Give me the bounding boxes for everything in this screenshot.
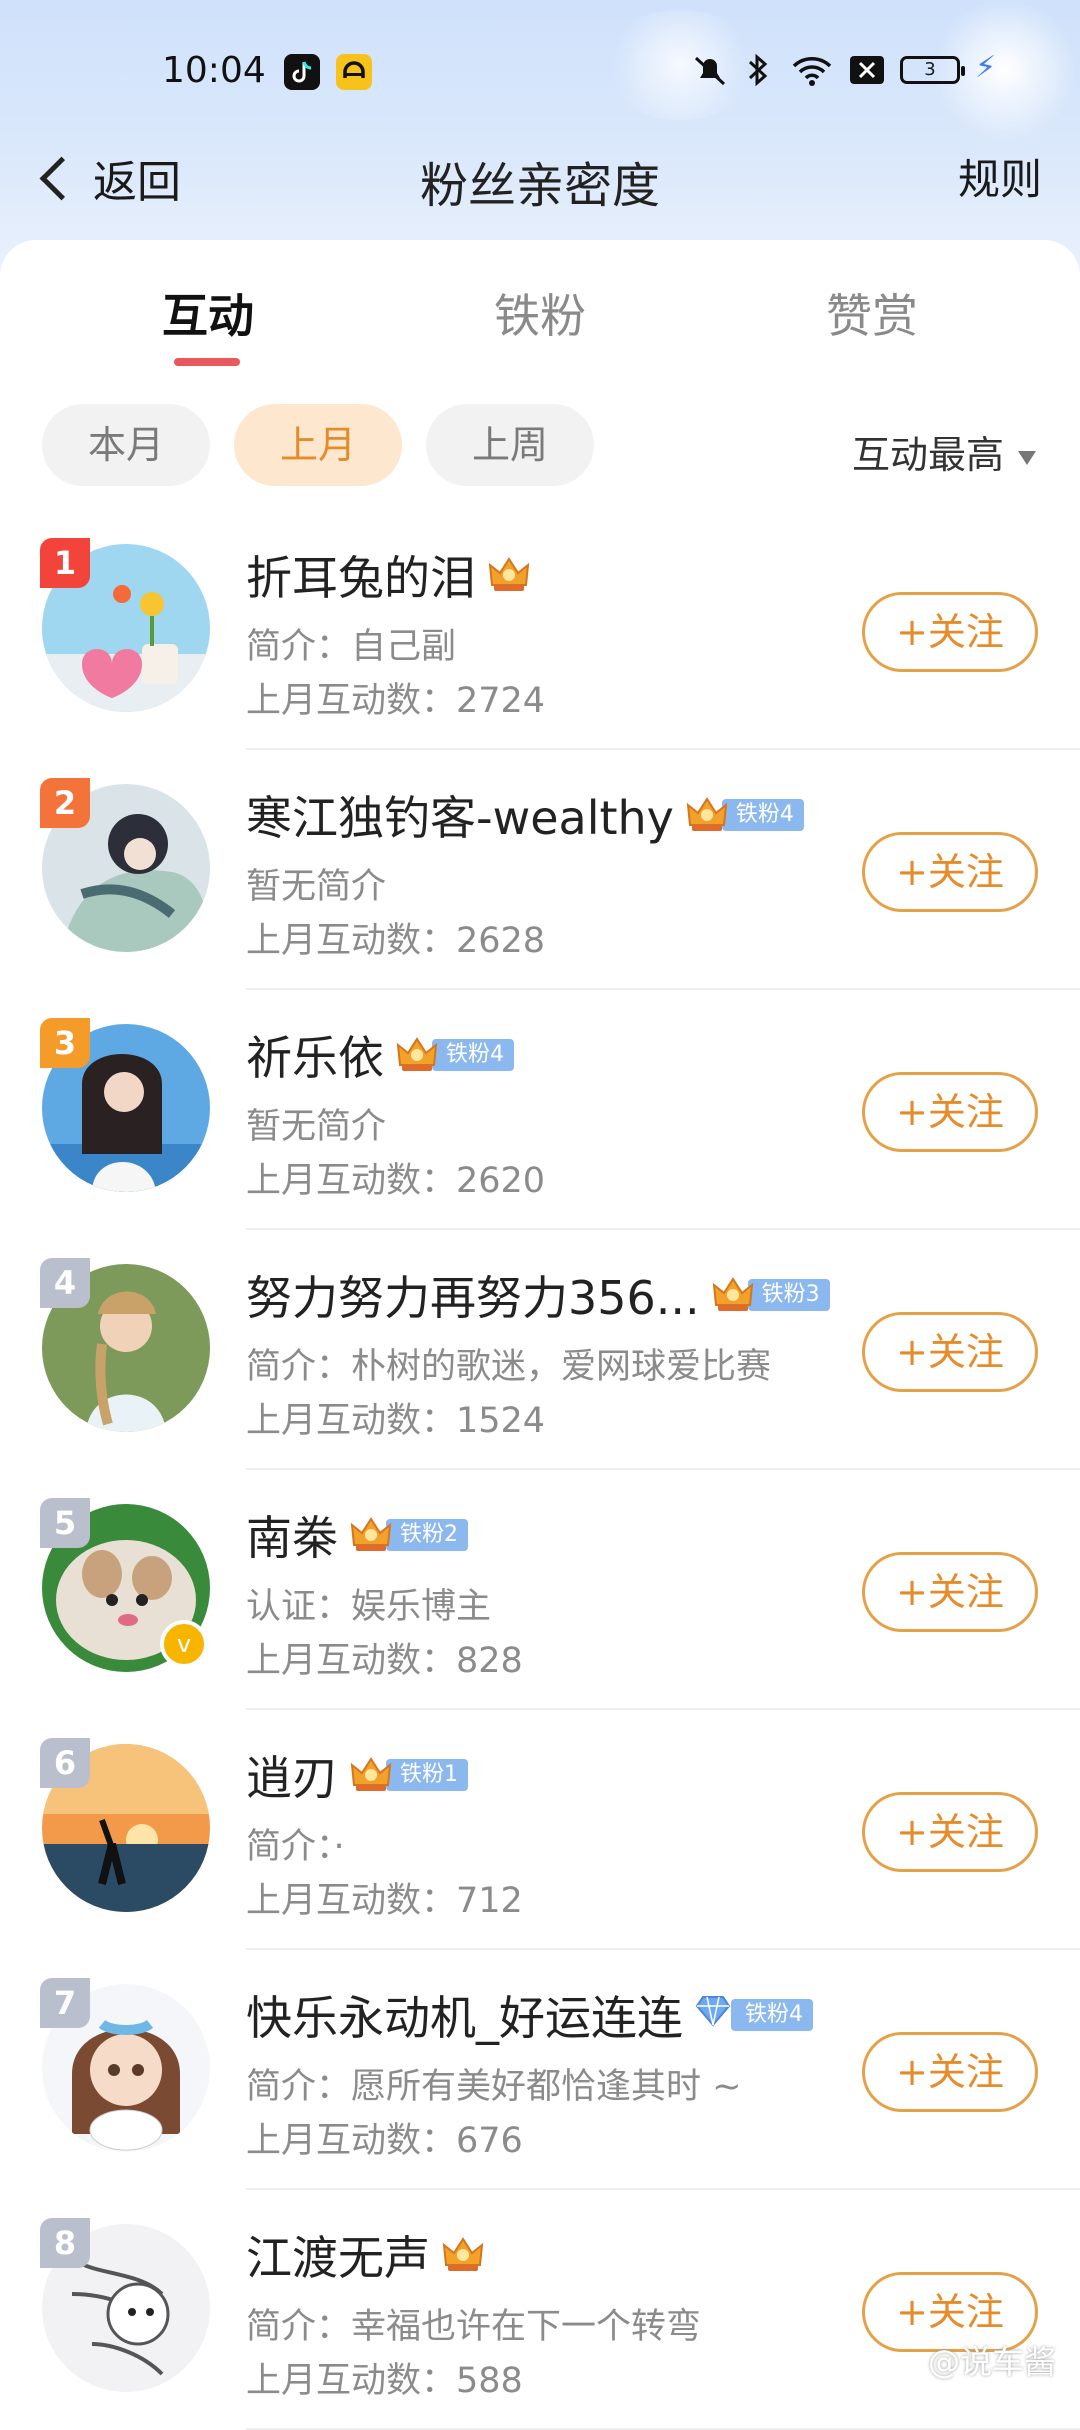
fan-name[interactable]: 祈乐依 xyxy=(246,1022,384,1088)
name-line: 折耳兔的泪 xyxy=(246,544,530,606)
active-tab-indicator xyxy=(174,358,240,366)
name-line: 江渡无声 xyxy=(246,2224,484,2286)
fan-row[interactable]: 3 祈乐依 铁粉4 暂无简介上月互动数：2620 +关注 xyxy=(0,990,1080,1230)
follow-button[interactable]: +关注 xyxy=(862,1552,1038,1632)
tab-interaction[interactable]: 互动 xyxy=(108,280,308,346)
name-line: 祈乐依 铁粉4 xyxy=(246,1024,514,1086)
follow-button[interactable]: +关注 xyxy=(862,592,1038,672)
fan-bio: 暂无简介 xyxy=(246,1107,387,1147)
diamond-icon xyxy=(695,1995,737,2035)
sort-dropdown[interactable]: 互动最高 xyxy=(852,424,1036,479)
rank-badge: 4 xyxy=(40,1258,90,1308)
fan-name[interactable]: 南桊 xyxy=(246,1502,338,1568)
fan-row[interactable]: 4 努力努力再努力356... 铁粉3 简介：朴树的歌迷，爱网球爱比赛 上月互动数：15… xyxy=(0,1230,1080,1470)
fan-bio: 认证：娱乐博主 xyxy=(246,1587,492,1627)
name-line: 逍刃 铁粉1 xyxy=(246,1744,468,1806)
fan-row[interactable]: 8 江渡无声 简介：幸福也许在下一个转弯 上月互动数：588 +关注 xyxy=(0,2190,1080,2430)
crown-level-icon xyxy=(396,1035,438,1075)
tab-iron-fans[interactable]: 铁粉 xyxy=(440,280,640,346)
interaction-count: 上月互动数：676 xyxy=(246,2121,523,2161)
interaction-count: 上月互动数：712 xyxy=(246,1881,523,1921)
iron-fan-badge: 铁粉4 xyxy=(731,1999,813,2031)
iron-fan-badge: 铁粉3 xyxy=(747,1279,830,1311)
iron-fan-badge: 铁粉4 xyxy=(432,1039,514,1071)
fan-row[interactable]: 2 寒江独钓客-wealthy 铁粉4 暂无简介上月互动数：2628 +关注 xyxy=(0,750,1080,990)
no-sim-icon xyxy=(848,52,886,96)
iron-fan-badge: 铁粉2 xyxy=(386,1519,468,1551)
crown-level-icon xyxy=(350,1755,392,1795)
rank-badge: 1 xyxy=(40,538,90,588)
name-line: 快乐永动机_好运连连 铁粉4 xyxy=(246,1984,813,2046)
interaction-count: 上月互动数：828 xyxy=(246,1641,523,1681)
filter-this-month[interactable]: 本月 xyxy=(42,404,210,486)
follow-button[interactable]: +关注 xyxy=(862,832,1038,912)
iron-fan-badge: 铁粉4 xyxy=(721,799,804,831)
name-line: 寒江独钓客-wealthy 铁粉4 xyxy=(246,784,804,846)
rank-badge: 6 xyxy=(40,1738,90,1788)
follow-button[interactable]: +关注 xyxy=(862,1792,1038,1872)
rank-badge: 2 xyxy=(40,778,90,828)
tab-bar: 互动 铁粉 赞赏 xyxy=(0,280,1080,360)
filter-last-month[interactable]: 上月 xyxy=(234,404,402,486)
verified-icon: v xyxy=(160,1620,208,1668)
fan-bio: 简介：愿所有美好都恰逢其时 ~ xyxy=(246,2067,742,2107)
fan-name[interactable]: 折耳兔的泪 xyxy=(246,542,476,608)
fan-name[interactable]: 逍刃 xyxy=(246,1742,338,1808)
iron-fan-badge: 铁粉1 xyxy=(386,1759,468,1791)
wifi-icon xyxy=(790,52,834,96)
battery-icon: 3 xyxy=(900,56,965,84)
fan-row[interactable]: 7 快乐永动机_好运连连 铁粉4 简介：愿所有美好都恰逢其时 ~ 上月互动数：676 +关… xyxy=(0,1950,1080,2190)
fan-bio: 暂无简介 xyxy=(246,867,387,907)
interaction-count: 上月互动数：588 xyxy=(246,2361,523,2401)
status-time: 10:04 xyxy=(162,50,266,91)
filter-last-week[interactable]: 上周 xyxy=(426,404,594,486)
fan-bio: 简介：自己副 xyxy=(246,627,457,667)
rank-badge: 5 xyxy=(40,1498,90,1548)
app-notification-icon xyxy=(336,54,372,90)
mute-icon xyxy=(690,52,730,96)
status-bar: 10:04 3 ⚡ xyxy=(0,40,1080,104)
crown-level-icon xyxy=(442,2235,484,2275)
sort-label: 互动最高 xyxy=(851,433,1004,477)
rules-link[interactable]: 规则 xyxy=(958,146,1042,207)
crown-level-icon xyxy=(712,1275,754,1315)
crown-level-icon xyxy=(686,795,728,835)
interaction-count: 上月互动数：2620 xyxy=(246,1161,546,1201)
follow-button[interactable]: +关注 xyxy=(862,1312,1038,1392)
content-card: 互动 铁粉 赞赏 本月 上月 上周 互动最高 1 折耳兔的泪简介：自己副上月互动数… xyxy=(0,240,1080,2430)
tiktok-app-icon xyxy=(284,54,320,90)
fan-name[interactable]: 江渡无声 xyxy=(246,2222,430,2288)
nav-header: 返回 粉丝亲密度 规则 xyxy=(0,140,1080,220)
follow-button[interactable]: +关注 xyxy=(862,2032,1038,2112)
rank-badge: 7 xyxy=(40,1978,90,2028)
interaction-count: 上月互动数：1524 xyxy=(246,1401,546,1441)
fan-bio: 简介：朴树的歌迷，爱网球爱比赛 xyxy=(246,1347,772,1387)
watermark: @说车酱 xyxy=(927,2343,1056,2381)
rank-badge: 3 xyxy=(40,1018,90,1068)
crown-level-icon xyxy=(488,555,530,595)
name-line: 努力努力再努力356... 铁粉3 xyxy=(246,1264,830,1326)
interaction-count: 上月互动数：2724 xyxy=(246,681,546,721)
follow-button[interactable]: +关注 xyxy=(862,1072,1038,1152)
fan-name[interactable]: 寒江独钓客-wealthy xyxy=(246,782,674,848)
page-title: 粉丝亲密度 xyxy=(419,158,660,214)
fan-name[interactable]: 努力努力再努力356... xyxy=(246,1262,700,1328)
crown-level-icon xyxy=(350,1515,392,1555)
fan-bio: 简介：幸福也许在下一个转弯 xyxy=(246,2307,702,2347)
charging-icon: ⚡ xyxy=(975,50,997,85)
interaction-count: 上月互动数：2628 xyxy=(246,921,546,961)
fan-name[interactable]: 快乐永动机_好运连连 xyxy=(246,1982,683,2048)
fan-row[interactable]: 5 v 南桊 铁粉2 认证：娱乐博主 上月互动数：828 +关注 xyxy=(0,1470,1080,1710)
caret-down-icon xyxy=(1018,450,1036,465)
tab-rewards[interactable]: 赞赏 xyxy=(772,280,972,346)
fan-bio: 简介：· xyxy=(246,1827,345,1867)
fan-row[interactable]: 1 折耳兔的泪简介：自己副上月互动数：2724 +关注 xyxy=(0,510,1080,750)
name-line: 南桊 铁粉2 xyxy=(246,1504,468,1566)
fan-row[interactable]: 6 逍刃 铁粉1 简介：· 上月互动数：712 +关注 xyxy=(0,1710,1080,1950)
bluetooth-icon xyxy=(745,52,771,96)
rank-badge: 8 xyxy=(40,2218,90,2268)
period-filter: 本月 上月 上周 互动最高 xyxy=(0,404,1080,488)
